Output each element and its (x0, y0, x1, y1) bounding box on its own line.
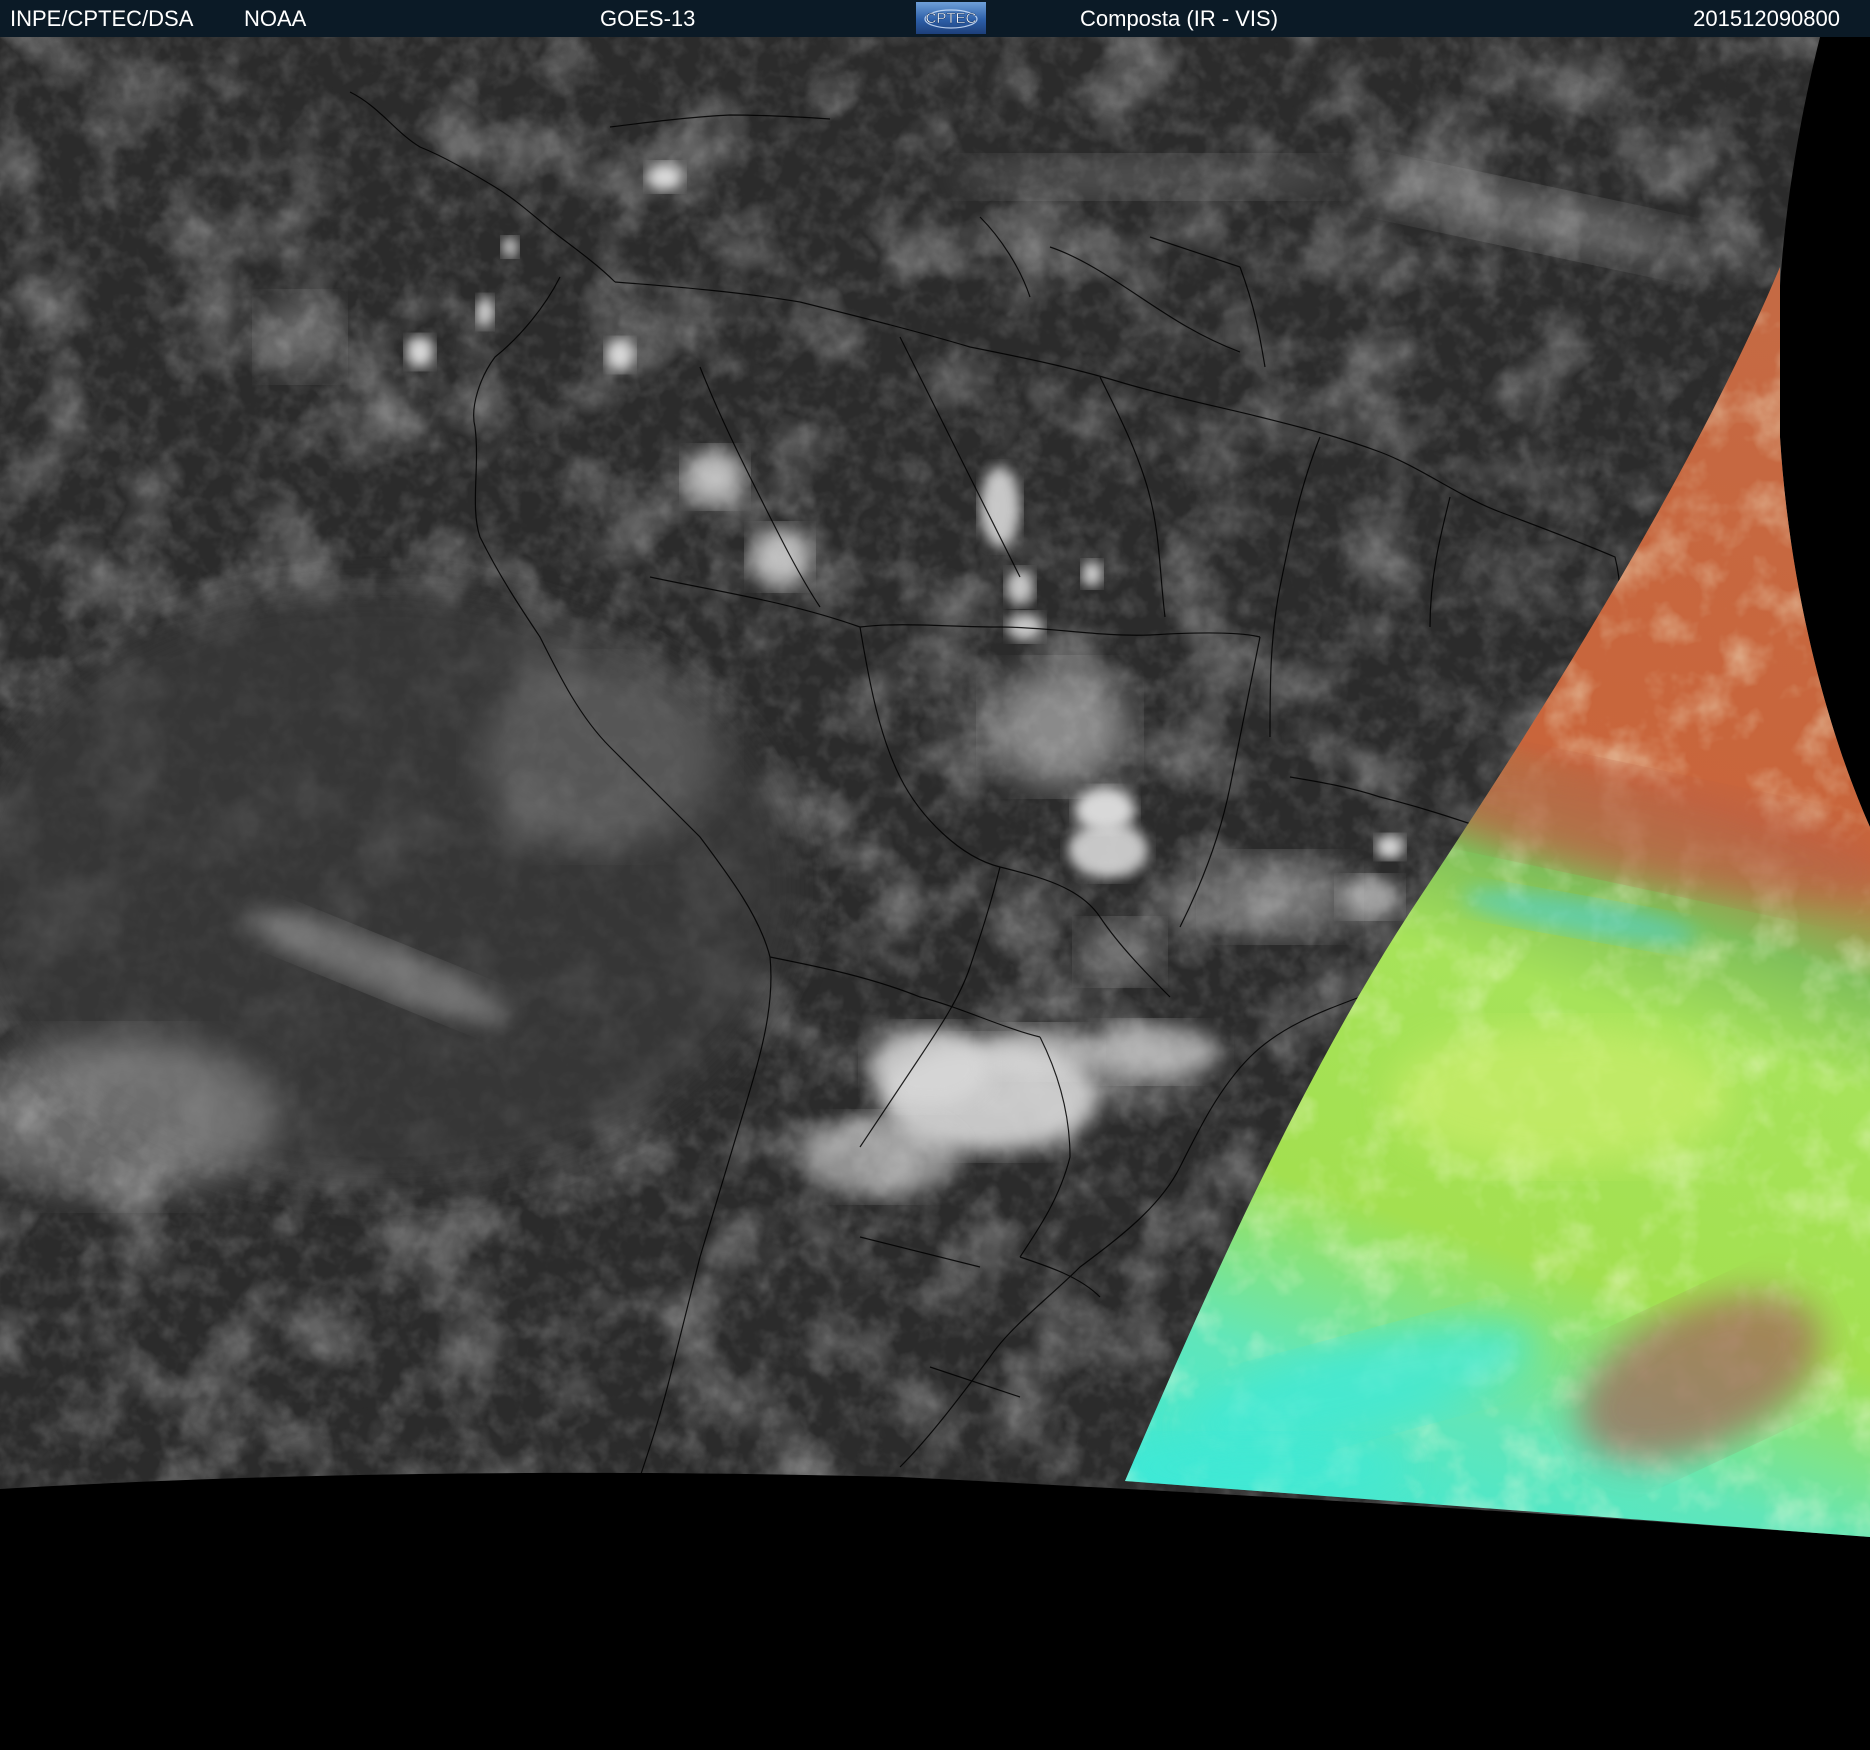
satellite-label: GOES-13 (600, 6, 696, 31)
satellite-composite-map (0, 37, 1870, 1750)
organization-label: INPE/CPTEC/DSA (10, 6, 194, 31)
cptec-logo: CPTEC (916, 2, 986, 34)
product-label: Composta (IR - VIS) (1080, 6, 1279, 31)
agency-label: NOAA (244, 6, 307, 31)
timestamp-label: 201512090800 (1693, 6, 1840, 31)
satellite-image-viewer: INPE/CPTEC/DSA NOAA GOES-13 Composta (IR… (0, 0, 1870, 1750)
svg-text:CPTEC: CPTEC (926, 10, 977, 27)
